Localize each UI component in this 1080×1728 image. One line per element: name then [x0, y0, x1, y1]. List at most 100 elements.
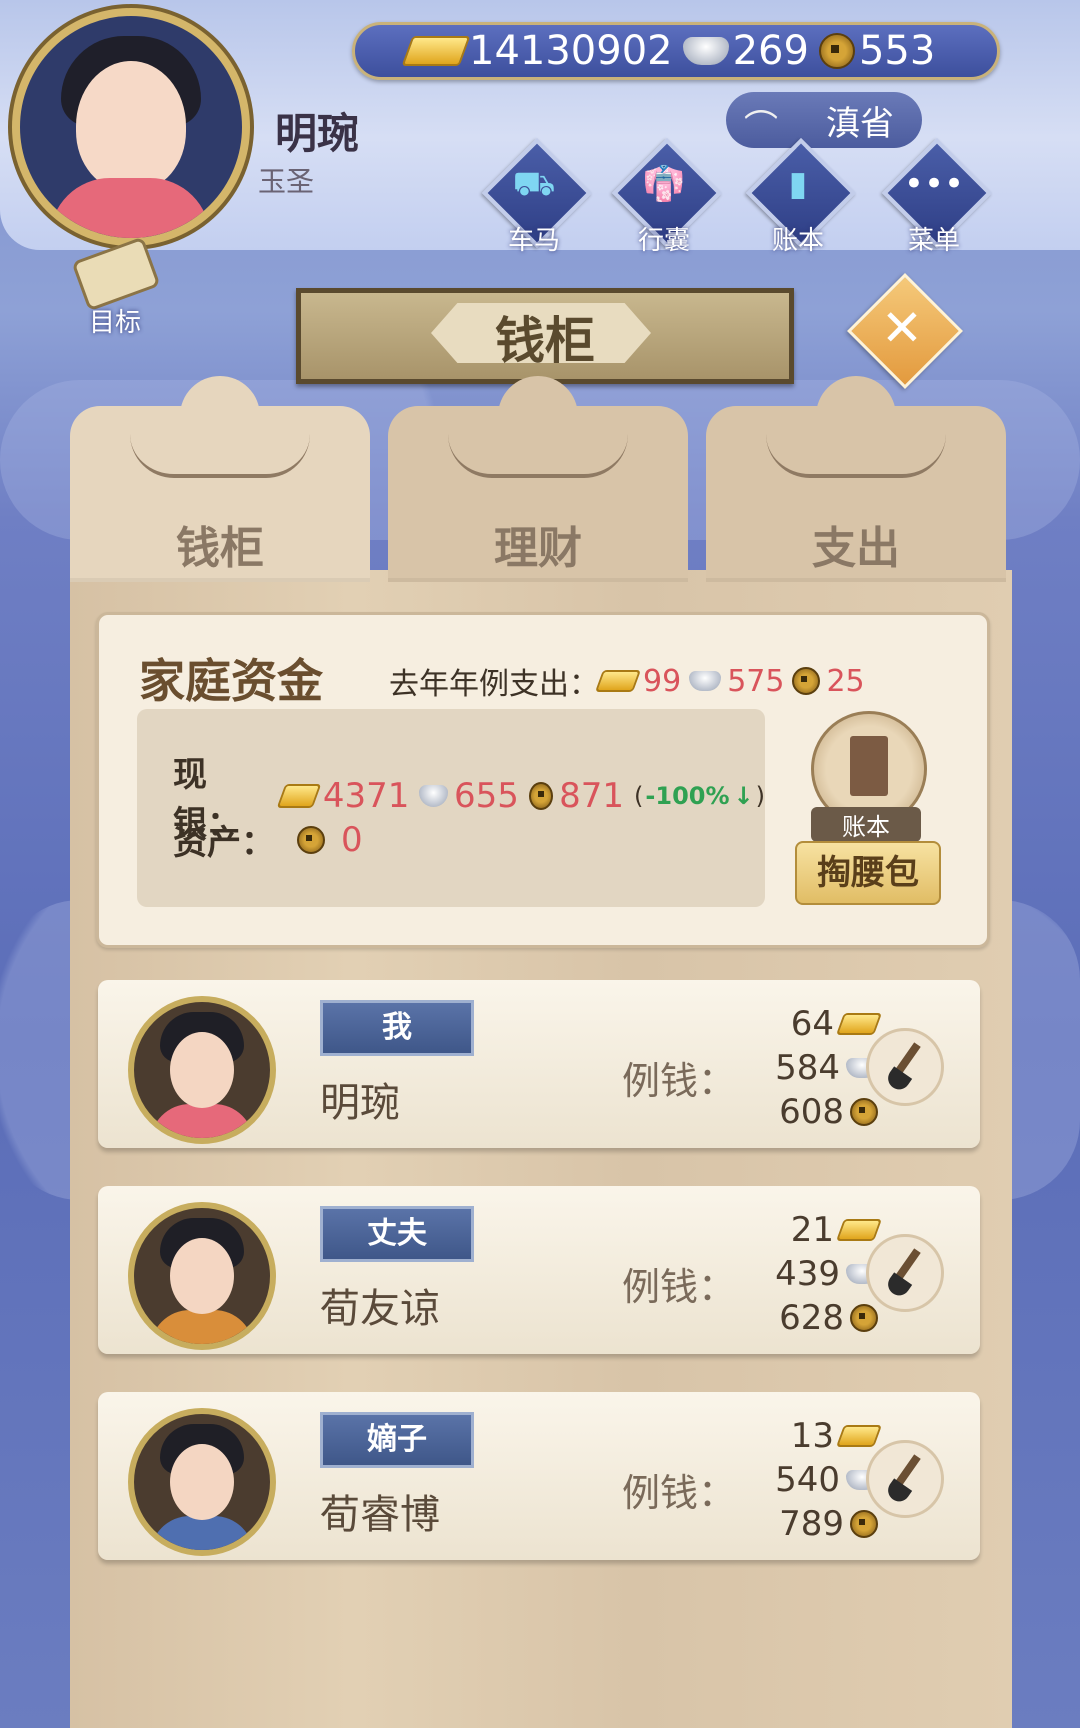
nav-menu-button[interactable]: ••• 菜单: [881, 137, 993, 256]
member-card: 我 明琬 例钱： 64 584 608: [98, 980, 980, 1148]
change-close: ): [755, 782, 765, 810]
edit-brush-icon[interactable]: [866, 1440, 944, 1518]
silver-ingot-icon: [419, 785, 449, 807]
allowance-silver: 584: [775, 1048, 840, 1088]
nav-bag-button[interactable]: 👘 行囊: [611, 137, 723, 256]
player-name: 明琬: [275, 109, 360, 158]
allowance-label: 例钱：: [622, 1471, 737, 1515]
avatar-robe: [150, 1516, 254, 1550]
gold-ingot-icon: [835, 1219, 883, 1241]
tab-label: 理财: [494, 523, 582, 574]
allowance-gold: 13: [790, 1416, 834, 1456]
currency-copper: 553: [818, 28, 936, 74]
tab-cloud-ornament: [448, 434, 628, 478]
allowance-label: 例钱：: [622, 1059, 737, 1103]
window-title: 钱柜: [495, 312, 595, 370]
nav-label: 行囊: [637, 226, 690, 256]
last-year-gold: 99: [643, 663, 682, 699]
gold-ingot-icon: [276, 784, 322, 808]
allowance-values: 13 540 789: [738, 1414, 883, 1546]
member-name: 荀友谅: [320, 1286, 440, 1332]
avatar-face: [170, 1238, 234, 1314]
funds-summary-box: 现银： 4371 655 871 ( -100% ↓ ) 资产： 0: [137, 709, 765, 907]
nav-ledger-button[interactable]: ▮ 账本: [745, 137, 857, 256]
avatar-face: [76, 61, 186, 191]
edit-brush-icon[interactable]: [866, 1028, 944, 1106]
gold-ingot-icon: [401, 36, 471, 66]
pay-out-of-pocket-button[interactable]: 掏腰包: [795, 841, 941, 905]
allowance-values: 64 584 608: [738, 1002, 883, 1134]
member-name: 荀睿博: [320, 1492, 440, 1538]
iron-icon: ⌒: [744, 108, 778, 148]
assets-row: 资产： 0: [173, 815, 373, 864]
copper-coin-icon: [850, 1510, 878, 1538]
currency-copper-value: 553: [858, 28, 936, 74]
ledger-icon: ▮: [788, 164, 808, 204]
scroll-icon: [71, 236, 161, 312]
tab-label: 支出: [812, 523, 900, 574]
last-year-silver: 575: [727, 663, 785, 699]
member-card: 丈夫 荀友谅 例钱： 21 439 628: [98, 1186, 980, 1354]
copper-coin-icon: [792, 667, 821, 695]
nav-label: 账本: [771, 226, 824, 256]
last-year-expense: 去年年例支出： 99 575 25: [389, 659, 873, 703]
copper-coin-icon: [850, 1304, 878, 1332]
member-role-badge: 我: [320, 1000, 474, 1056]
avatar-face: [170, 1444, 234, 1520]
region-label: 滇省: [826, 103, 894, 144]
allowance-copper: 789: [779, 1504, 844, 1544]
tab-money-cabinet[interactable]: 钱柜: [70, 376, 370, 582]
change-percent: -100%: [645, 782, 730, 810]
player-title: 玉圣: [258, 165, 315, 198]
member-name: 明琬: [320, 1080, 400, 1126]
last-year-label: 去年年例支出：: [389, 667, 599, 702]
ledger-book-label[interactable]: 账本: [811, 807, 921, 842]
member-avatar: [128, 1202, 276, 1350]
player-avatar[interactable]: [12, 8, 250, 246]
family-funds-panel: 家庭资金 去年年例支出： 99 575 25 现银： 4371 655 871 …: [96, 612, 990, 948]
nav-label: 菜单: [907, 226, 960, 256]
member-role-badge: 嫡子: [320, 1412, 474, 1468]
avatar-face: [170, 1032, 234, 1108]
edit-brush-icon[interactable]: [866, 1234, 944, 1312]
tab-cloud-ornament: [130, 434, 310, 478]
goal-label: 目标: [88, 308, 141, 338]
allowance-silver: 540: [775, 1460, 840, 1500]
assets-value: 0: [341, 819, 363, 860]
goal-button[interactable]: 目标: [60, 236, 170, 338]
avatar-robe: [150, 1310, 254, 1344]
change-open: (: [634, 782, 644, 810]
allowance-label: 例钱：: [622, 1265, 737, 1309]
allowance-values: 21 439 628: [738, 1208, 883, 1340]
tab-finance[interactable]: 理财: [388, 376, 688, 582]
member-avatar: [128, 1408, 276, 1556]
region-button[interactable]: ⌒ 滇省: [726, 92, 922, 148]
allowance-gold: 64: [790, 1004, 834, 1044]
member-role-badge: 丈夫: [320, 1206, 474, 1262]
gold-ingot-icon: [835, 1425, 883, 1447]
member-card: 嫡子 荀睿博 例钱： 13 540 789: [98, 1392, 980, 1560]
carriage-icon: ⛟: [512, 164, 556, 204]
gold-ingot-icon: [594, 670, 642, 692]
currency-silver-value: 269: [732, 28, 809, 74]
currency-gold: 14130902: [401, 28, 673, 74]
close-icon[interactable]: ✕: [864, 290, 940, 366]
avatar-robe: [150, 1104, 254, 1138]
currency-gold-value: 14130902: [469, 28, 673, 74]
cash-silver: 655: [454, 776, 519, 816]
avatar-robe: [50, 178, 210, 238]
copper-coin-icon: [297, 825, 325, 854]
nav-carriage-button[interactable]: ⛟ 车马: [481, 137, 593, 256]
tab-label: 钱柜: [176, 523, 264, 574]
tab-expenses[interactable]: 支出: [706, 376, 1006, 582]
window-title-banner: 钱柜: [296, 288, 794, 384]
down-arrow-icon: ↓: [733, 782, 754, 810]
currency-silver: 269: [682, 28, 809, 74]
more-icon: •••: [903, 164, 965, 204]
cash-change: ( -100% ↓ ): [634, 782, 765, 810]
nav-label: 车马: [507, 226, 560, 256]
copper-coin-icon: [818, 33, 855, 69]
cash-copper: 871: [559, 776, 625, 816]
bag-icon: 👘: [642, 164, 686, 204]
silver-ingot-icon: [689, 671, 722, 691]
